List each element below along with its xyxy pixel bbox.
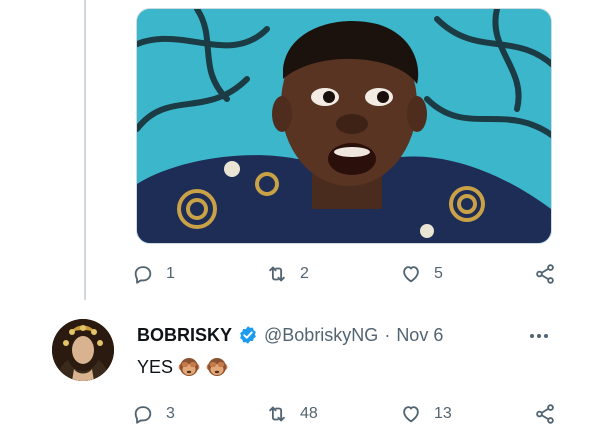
tweet-media-image[interactable] [136,8,552,244]
like-count: 13 [434,405,452,422]
retweet-button[interactable]: 48 [266,403,346,425]
reply-button[interactable]: 1 [132,263,212,285]
more-dot [530,334,534,338]
reply-button[interactable]: 3 [132,403,212,425]
author-name[interactable]: BOBRISKY [137,325,232,346]
thread-line [84,0,86,300]
heart-icon [403,406,419,423]
prev-tweet-actions: 1 2 5 [132,260,556,288]
share-icon [536,404,554,424]
profile-photo [52,319,114,381]
like-button[interactable]: 13 [400,403,480,425]
see-no-evil-monkey-icon [178,358,200,376]
see-no-evil-monkey-icon [206,358,228,376]
reply-tweet-actions: 3 48 13 [132,400,556,428]
author-handle[interactable]: @BobriskyNG [264,325,378,346]
heart-icon [403,266,419,283]
like-button[interactable]: 5 [400,263,480,285]
share-icon [536,264,554,284]
more-dot [537,334,541,338]
retweet-icon [269,266,285,282]
more-dot [544,334,548,338]
reply-count: 3 [166,405,175,422]
reply-icon [134,406,152,424]
like-count: 5 [434,265,443,282]
avatar[interactable] [52,319,114,381]
retweet-button[interactable]: 2 [266,263,346,285]
reply-icon [134,266,152,284]
verified-badge-icon [240,326,256,344]
tweet-header: BOBRISKY @BobriskyNG · Nov 6 [137,322,443,348]
tweet-body: YES [137,355,229,379]
separator-dot: · [384,324,391,345]
reply-count: 1 [166,265,175,282]
share-button[interactable] [534,403,556,425]
share-button[interactable] [534,263,556,285]
media-photo [137,9,551,243]
tweet-text: YES [137,356,174,377]
retweet-icon [269,406,285,422]
tweet-date[interactable]: Nov 6 [396,325,443,346]
more-options-button[interactable] [525,326,553,346]
retweet-count: 48 [300,405,318,422]
retweet-count: 2 [300,265,309,282]
